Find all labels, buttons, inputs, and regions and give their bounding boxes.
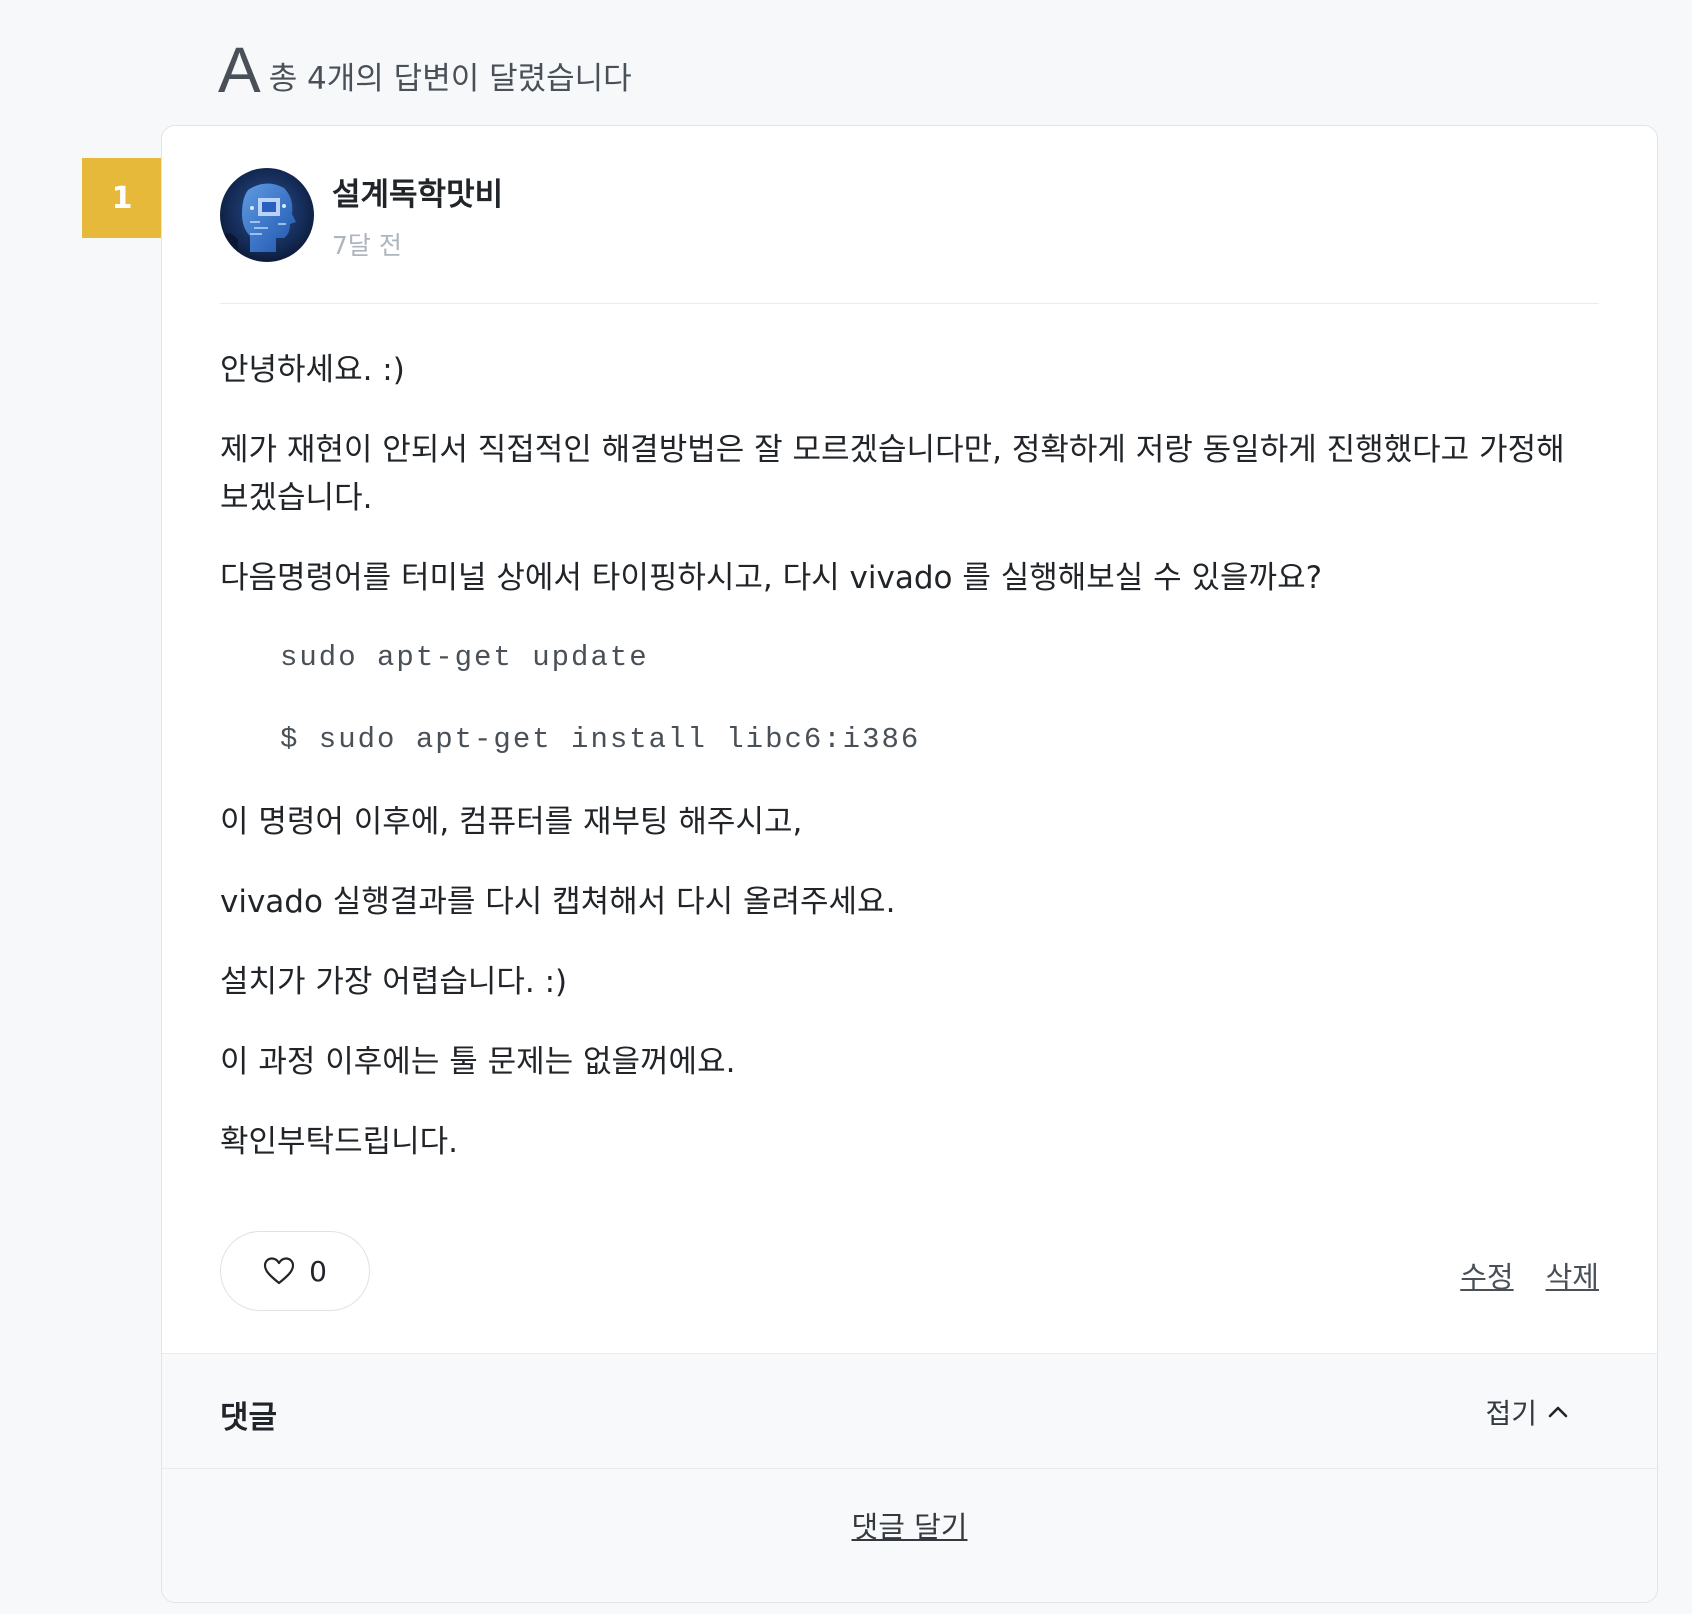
collapse-comments-button[interactable]: 접기 — [1485, 1392, 1569, 1432]
like-button[interactable]: 0 — [220, 1231, 370, 1311]
content-paragraph: vivado 실행결과를 다시 캡쳐해서 다시 올려주세요. — [220, 884, 896, 920]
avatar[interactable] — [220, 168, 314, 262]
post-time: 7달 전 — [332, 230, 402, 260]
code-line: sudo apt-get update — [280, 641, 649, 674]
edit-button[interactable]: 수정 — [1460, 1254, 1513, 1296]
author-meta: 설계독학맛비 7달 전 — [332, 169, 503, 262]
content-paragraph: 이 명령어 이후에, 컴퓨터를 재부팅 해주시고, — [220, 804, 803, 840]
comments-header: 댓글 접기 — [162, 1354, 1657, 1469]
content-paragraph: 확인부탁드립니다. — [220, 1124, 459, 1160]
heart-outline-icon — [263, 1257, 295, 1285]
content-paragraph: 다음명령어를 터미널 상에서 타이핑하시고, 다시 vivado 를 실행해보실… — [220, 560, 1323, 596]
chevron-up-icon — [1548, 1406, 1568, 1418]
delete-button[interactable]: 삭제 — [1546, 1254, 1599, 1296]
author-name[interactable]: 설계독학맛비 — [332, 169, 503, 214]
content-paragraph: 제가 재현이 안되서 직접적인 해결방법은 잘 모르겠습니다만, 정확하게 저랑… — [220, 432, 1565, 516]
content-paragraph: 안녕하세요. :) — [220, 352, 405, 388]
answer-actions: 수정 삭제 — [1460, 1254, 1599, 1296]
author-row: 설계독학맛비 7달 전 — [220, 168, 503, 262]
comments-title: 댓글 — [220, 1400, 278, 1436]
write-comment-link[interactable]: 댓글 달기 — [852, 1510, 968, 1544]
like-count: 0 — [309, 1254, 327, 1288]
comments-section: 댓글 접기 댓글 달기 — [162, 1353, 1657, 1602]
answer-rank-badge: 1 — [82, 158, 162, 238]
answer-letter: A — [218, 34, 261, 106]
collapse-label: 접기 — [1485, 1397, 1537, 1430]
content-paragraph: 이 과정 이후에는 툴 문제는 없을꺼에요. — [220, 1044, 736, 1080]
answer-card: 설계독학맛비 7달 전 안녕하세요. :) 제가 재현이 안되서 직접적인 해결… — [161, 125, 1658, 1603]
answers-count-header: A 총 4개의 답변이 달렸습니다 — [218, 38, 632, 102]
divider — [220, 303, 1599, 304]
answers-count-text: 총 4개의 답변이 달렸습니다 — [268, 61, 632, 97]
write-comment-area: 댓글 달기 — [162, 1504, 1657, 1546]
answer-content: 안녕하세요. :) 제가 재현이 안되서 직접적인 해결방법은 잘 모르겠습니다… — [220, 346, 1599, 1198]
robot-head-avatar-icon — [220, 168, 314, 262]
code-line: $ sudo apt-get install libc6:i386 — [280, 723, 921, 756]
content-paragraph: 설치가 가장 어렵습니다. :) — [220, 964, 568, 1000]
